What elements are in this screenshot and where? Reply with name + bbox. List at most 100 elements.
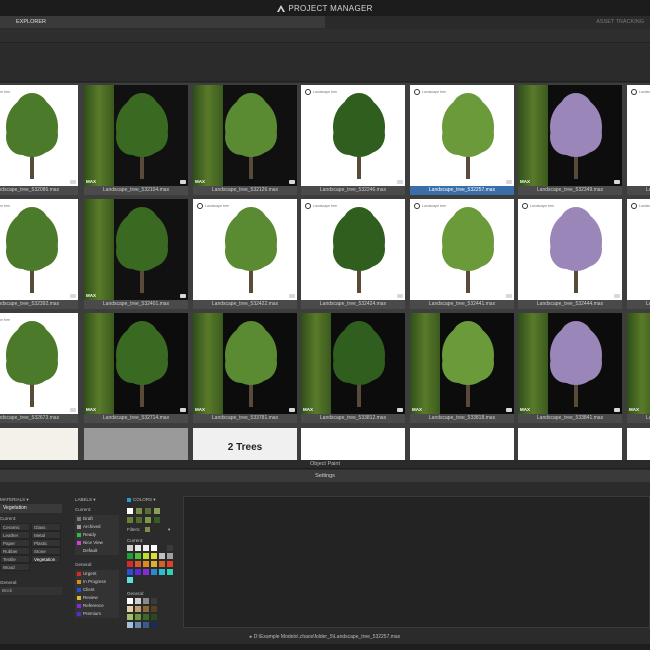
color-swatch[interactable]: [159, 553, 165, 559]
asset-thumbnail[interactable]: Landscape treeMAX: [0, 85, 78, 186]
label-option[interactable]: Ready: [75, 531, 119, 539]
asset-thumbnail[interactable]: MAX: [84, 199, 188, 300]
color-swatch[interactable]: [143, 553, 149, 559]
asset-card[interactable]: MAX Landscape_tree_532104.max: [84, 85, 188, 195]
asset-thumbnail[interactable]: MAX: [518, 313, 622, 414]
label-option[interactable]: Premium: [75, 610, 119, 618]
color-swatch[interactable]: [127, 553, 133, 559]
asset-card[interactable]: Landscape tree MAX Landscape_tree_532257.m…: [410, 85, 514, 195]
camera-icon[interactable]: [614, 180, 620, 184]
asset-card[interactable]: Landscape treeMAXLandscape_tree_532392.m…: [0, 199, 78, 309]
color-swatch[interactable]: [151, 553, 157, 559]
color-swatch[interactable]: [151, 606, 157, 612]
tab-asset-tracking[interactable]: ASSET TRACKING: [325, 16, 650, 28]
color-swatch[interactable]: [135, 606, 141, 612]
asset-card[interactable]: Landscape tree MAX Landscape_tree_532246.m…: [301, 85, 405, 195]
asset-card[interactable]: [301, 428, 405, 460]
material-option[interactable]: Wood: [0, 563, 30, 571]
label-option[interactable]: In Progress: [75, 578, 119, 586]
asset-thumbnail[interactable]: MAX: [84, 85, 188, 186]
camera-icon[interactable]: [506, 294, 512, 298]
asset-thumbnail[interactable]: MAX: [84, 313, 188, 414]
material-option[interactable]: Leather: [0, 531, 30, 539]
asset-card[interactable]: MAX Landscape_tree_533818.max: [410, 313, 514, 423]
color-swatch[interactable]: [151, 622, 157, 628]
camera-icon[interactable]: [180, 294, 186, 298]
asset-card[interactable]: Landscape tree MAX Landscape_tree_532441.m…: [410, 199, 514, 309]
asset-card[interactable]: [0, 428, 78, 460]
camera-icon[interactable]: [70, 180, 76, 184]
asset-card[interactable]: MAX Landscape_tree_533812.max: [301, 313, 405, 423]
asset-thumbnail[interactable]: MAX: [410, 313, 514, 414]
color-swatch[interactable]: [127, 614, 133, 620]
asset-card[interactable]: MAX Landscape_tree_533841.max: [518, 313, 622, 423]
color-swatch[interactable]: [127, 545, 133, 551]
asset-card[interactable]: MAX Landscape_tree_533781.max: [193, 313, 297, 423]
color-swatch[interactable]: [127, 517, 133, 523]
color-swatch[interactable]: [135, 569, 141, 575]
material-option[interactable]: Ceramic: [0, 523, 30, 531]
asset-card[interactable]: [627, 428, 650, 460]
asset-card[interactable]: Landscape treeMAXLandscape_tree_532086.m…: [0, 85, 78, 195]
color-swatch[interactable]: [136, 508, 142, 514]
asset-card[interactable]: [84, 428, 188, 460]
color-swatch[interactable]: [127, 622, 133, 628]
asset-card[interactable]: [410, 428, 514, 460]
color-swatch[interactable]: [167, 545, 173, 551]
asset-thumbnail[interactable]: Landscape treeMAX: [0, 313, 78, 414]
label-option[interactable]: Draft: [75, 515, 119, 523]
camera-icon[interactable]: [614, 408, 620, 412]
colors-toggle-icon[interactable]: [127, 498, 131, 502]
color-swatch[interactable]: [127, 577, 133, 583]
settings-header[interactable]: Settings: [0, 470, 650, 482]
camera-icon[interactable]: [70, 294, 76, 298]
color-swatch[interactable]: [143, 614, 149, 620]
asset-thumbnail[interactable]: Landscape treeMAX: [410, 199, 514, 300]
asset-card[interactable]: Landscape tree MAX Landscape_tree_532444.m…: [518, 199, 622, 309]
color-swatch[interactable]: [143, 569, 149, 575]
camera-icon[interactable]: [180, 408, 186, 412]
asset-thumbnail[interactable]: Landscape treeMAX: [301, 85, 405, 186]
color-swatch[interactable]: [143, 598, 149, 604]
color-swatch[interactable]: [143, 622, 149, 628]
color-swatch[interactable]: [135, 598, 141, 604]
asset-thumbnail[interactable]: Landscape treeMAX: [0, 199, 78, 300]
color-swatch[interactable]: [159, 561, 165, 567]
asset-thumbnail[interactable]: MAX: [627, 313, 650, 414]
filter-dropdown-icon[interactable]: ▾: [168, 527, 170, 533]
asset-thumbnail[interactable]: MAX: [193, 85, 297, 186]
asset-card[interactable]: Landscape treeMAXLandscape_tree_532450.m…: [627, 199, 650, 309]
camera-icon[interactable]: [397, 408, 403, 412]
color-swatch[interactable]: [145, 508, 151, 514]
camera-icon[interactable]: [506, 408, 512, 412]
material-option[interactable]: Textile: [0, 555, 30, 563]
asset-thumbnail[interactable]: Landscape treeMAX: [193, 199, 297, 300]
asset-thumbnail[interactable]: MAX: [518, 85, 622, 186]
color-swatch[interactable]: [145, 517, 151, 523]
camera-icon[interactable]: [397, 180, 403, 184]
label-option[interactable]: Reference: [75, 602, 119, 610]
label-option[interactable]: Nice View: [75, 539, 119, 547]
tab-explorer[interactable]: EXPLORER: [0, 16, 325, 28]
asset-thumbnail[interactable]: Landscape treeMAX: [627, 85, 650, 186]
color-swatch[interactable]: [151, 561, 157, 567]
material-option[interactable]: Glass: [31, 523, 61, 531]
color-swatch[interactable]: [143, 545, 149, 551]
material-general-field[interactable]: Brick: [0, 587, 62, 595]
color-swatch[interactable]: [127, 606, 133, 612]
color-swatch[interactable]: [127, 561, 133, 567]
materials-title[interactable]: MATERIALS ▾: [0, 497, 29, 503]
camera-icon[interactable]: [70, 408, 76, 412]
label-option[interactable]: Review: [75, 594, 119, 602]
asset-thumbnail[interactable]: Landscape treeMAX: [627, 199, 650, 300]
color-swatch[interactable]: [127, 508, 133, 514]
color-swatch[interactable]: [143, 606, 149, 612]
asset-thumbnail[interactable]: MAX: [301, 313, 405, 414]
material-dropdown[interactable]: Vegetation: [0, 504, 62, 513]
asset-card[interactable]: MAX Landscape_tree_532714.max: [84, 313, 188, 423]
color-swatch[interactable]: [167, 569, 173, 575]
asset-thumbnail[interactable]: MAX: [193, 313, 297, 414]
asset-card[interactable]: 2 Trees: [193, 428, 297, 460]
color-swatch[interactable]: [143, 561, 149, 567]
asset-card[interactable]: [518, 428, 622, 460]
